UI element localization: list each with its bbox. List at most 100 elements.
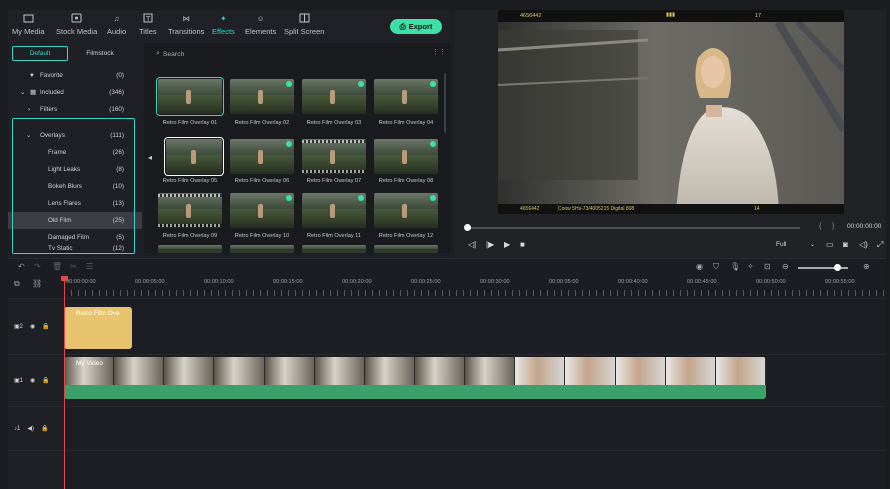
stop-icon[interactable]: ■: [520, 240, 525, 249]
tab-audio[interactable]: ♫ Audio: [107, 12, 126, 37]
preview-progress-track[interactable]: [466, 227, 800, 229]
tab-effects[interactable]: ✦ Effects: [212, 12, 235, 37]
download-icon: [286, 81, 292, 87]
effects-scrollbar[interactable]: [444, 73, 446, 133]
play-icon[interactable]: ▶: [504, 240, 510, 249]
export-button[interactable]: ⎙ Export: [390, 19, 442, 34]
effect-thumbnail[interactable]: [302, 193, 366, 228]
prev-marker-icon[interactable]: {: [819, 223, 821, 230]
collapse-arrow-icon[interactable]: ◂: [148, 153, 152, 162]
effect-thumbnail[interactable]: [302, 139, 366, 174]
render-icon[interactable]: ◉: [696, 262, 703, 271]
category-light-leaks[interactable]: Light Leaks (8): [8, 161, 142, 178]
transition-icon: ⋈: [182, 13, 190, 23]
effect-thumbnail[interactable]: [158, 245, 222, 253]
lock-icon[interactable]: 🔒: [42, 377, 49, 384]
lock-icon[interactable]: 🔒: [42, 323, 49, 330]
tab-filmstock[interactable]: Filmstock: [72, 46, 128, 61]
category-bokeh-blurs[interactable]: Bokeh Blurs (10): [8, 178, 142, 195]
subtitle-icon[interactable]: ⊡: [764, 262, 771, 271]
tab-stock-media[interactable]: Stock Media: [56, 12, 97, 36]
track-number: ♪1: [14, 425, 21, 432]
play-frame-icon[interactable]: |▶: [486, 240, 494, 249]
ruler-timestamp: 00:00:30:00: [480, 279, 510, 285]
eye-icon[interactable]: ◉: [30, 377, 35, 384]
timeline-ruler[interactable]: ⧉ ⛓ 00:00:00:00 00:00:05:00 00:00:10:00 00:…: [8, 276, 886, 298]
app-window: My Media Stock Media ♫ Audio T Titles ⋈ …: [8, 10, 886, 489]
search-input[interactable]: ⌕ Search: [156, 48, 436, 60]
monitor-icon[interactable]: ▭: [826, 240, 834, 249]
fullscreen-icon[interactable]: ⤢: [877, 240, 883, 250]
tab-split-screen[interactable]: Split Screen: [284, 12, 324, 36]
redo-icon[interactable]: ↷: [34, 262, 41, 271]
effect-thumbnail[interactable]: [374, 193, 438, 228]
step-back-icon[interactable]: ◁|: [468, 240, 476, 249]
category-included[interactable]: ⌄ ▦ Included (346): [8, 84, 142, 101]
volume-icon[interactable]: ◁): [859, 240, 868, 249]
effect-thumbnail[interactable]: [374, 139, 438, 174]
preview-progress-handle[interactable]: [464, 224, 471, 231]
timeline-playhead[interactable]: [64, 276, 65, 489]
effect-thumbnail[interactable]: [164, 137, 224, 176]
overlay-clip[interactable]: Retro Film Ove: [64, 307, 132, 349]
video-clip[interactable]: My Video: [64, 357, 766, 399]
timecode-readout: 00:00:00:00: [847, 223, 882, 230]
delete-icon[interactable]: 🗑: [52, 262, 62, 271]
tab-transitions[interactable]: ⋈ Transitions: [168, 12, 204, 37]
download-icon: [430, 81, 436, 87]
ruler-timestamp: 00:00:15:00: [273, 279, 303, 285]
eye-icon[interactable]: ◉: [30, 323, 35, 330]
effect-thumbnail[interactable]: [374, 245, 438, 253]
playhead-handle[interactable]: [61, 276, 68, 281]
title-icon: T: [142, 12, 154, 24]
link-icon[interactable]: ⛓: [32, 279, 42, 288]
category-favorite[interactable]: ♥ Favorite (0): [8, 67, 142, 84]
mic-icon[interactable]: 🎙: [730, 262, 740, 271]
zoom-out-icon[interactable]: ⊖: [782, 262, 789, 271]
category-tv-static[interactable]: Tv Static (12): [8, 245, 142, 253]
tab-elements[interactable]: ☺ Elements: [245, 12, 276, 37]
tab-my-media[interactable]: My Media: [12, 12, 45, 36]
effect-thumbnail[interactable]: [374, 79, 438, 114]
track-number: ▣1: [14, 378, 24, 384]
effect-thumbnail[interactable]: [302, 245, 366, 253]
category-frame[interactable]: Frame (26): [8, 144, 142, 161]
zoom-in-icon[interactable]: ⊕: [863, 262, 870, 271]
next-marker-icon[interactable]: }: [832, 223, 834, 230]
tab-titles[interactable]: T Titles: [139, 12, 157, 36]
grid-view-icon[interactable]: ⋮⋮: [432, 48, 446, 56]
speaker-icon[interactable]: ◀): [27, 425, 34, 432]
zoom-slider-handle[interactable]: [834, 264, 841, 271]
ruler-timestamp: 00:00:20:00: [342, 279, 372, 285]
download-icon: [286, 141, 292, 147]
category-damaged-film[interactable]: Damaged Film (5): [8, 229, 142, 246]
shield-icon[interactable]: ⛉: [713, 262, 719, 272]
category-lens-flares[interactable]: Lens Flares (13): [8, 195, 142, 212]
cut-icon[interactable]: ✂: [70, 262, 77, 271]
media-toolbar: My Media Stock Media ♫ Audio T Titles ⋈ …: [8, 10, 450, 42]
snapshot-icon[interactable]: ◙: [843, 240, 848, 249]
effect-label: Retro Film Overlay 06: [234, 178, 290, 184]
effect-thumbnail[interactable]: [230, 79, 294, 114]
ruler-timestamp: 00:00:35:00: [549, 279, 579, 285]
track-number: ▣2: [14, 324, 24, 330]
effect-thumbnail[interactable]: [230, 245, 294, 253]
svg-text:T: T: [146, 16, 151, 23]
category-old-film[interactable]: Old Film (25): [8, 212, 142, 229]
ai-icon[interactable]: ✧: [747, 262, 754, 271]
effect-thumbnail[interactable]: [156, 77, 224, 116]
category-overlays[interactable]: ⌄ Overlays (111): [8, 127, 142, 144]
category-filters[interactable]: › Filters (160): [8, 101, 142, 118]
folder-icon: [22, 12, 34, 24]
lock-icon[interactable]: 🔒: [41, 425, 48, 432]
add-track-icon[interactable]: ⧉: [14, 279, 20, 289]
chevron-down-icon[interactable]: ⌄: [810, 241, 815, 248]
effect-thumbnail[interactable]: [302, 79, 366, 114]
tab-default[interactable]: Default: [12, 46, 68, 61]
adjust-icon[interactable]: ☰: [86, 262, 93, 271]
effect-thumbnail[interactable]: [230, 193, 294, 228]
effect-thumbnail[interactable]: [158, 193, 222, 228]
quality-dropdown[interactable]: Full: [776, 241, 786, 248]
undo-icon[interactable]: ↶: [18, 262, 25, 271]
effect-thumbnail[interactable]: [230, 139, 294, 174]
